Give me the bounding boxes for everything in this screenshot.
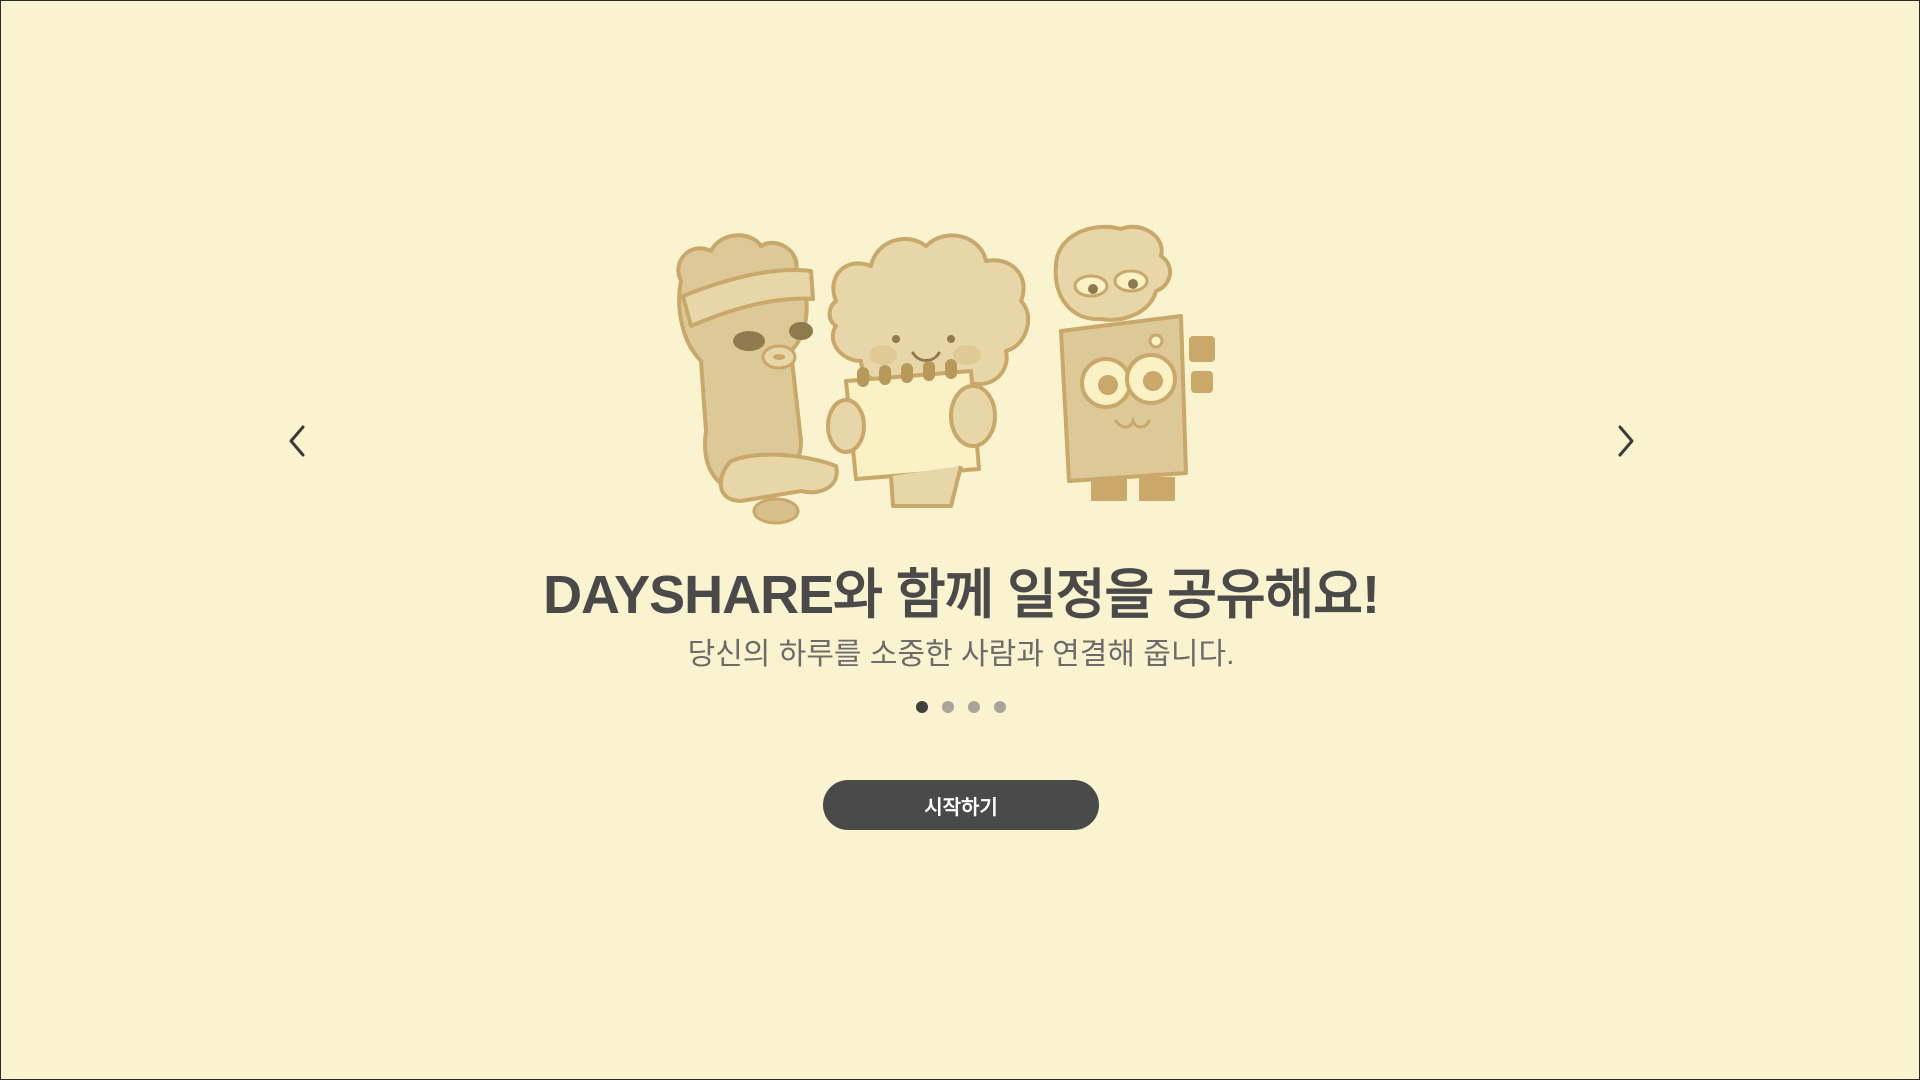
next-slide-button[interactable] — [1603, 419, 1647, 463]
slide-dot-3[interactable] — [968, 701, 980, 713]
onboarding-screen: DAYSHARE와 함께 일정을 공유해요! 당신의 하루를 소중한 사람과 연… — [1, 1, 1920, 1080]
start-button[interactable]: 시작하기 — [823, 780, 1099, 830]
onboarding-subline: 당신의 하루를 소중한 사람과 연결해 줍니다. — [687, 638, 1235, 671]
slide-dot-4[interactable] — [994, 701, 1006, 713]
slide-dot-2[interactable] — [942, 701, 954, 713]
chevron-left-icon — [289, 425, 305, 457]
onboarding-headline: DAYSHARE와 함께 일정을 공유해요! — [543, 565, 1380, 625]
characters-illustration — [676, 224, 1215, 525]
box-robot-character — [1053, 224, 1215, 501]
prev-slide-button[interactable] — [276, 419, 320, 463]
slide-indicator — [1, 701, 1920, 713]
chevron-right-icon — [1618, 425, 1634, 457]
cloud-character — [826, 233, 1031, 508]
slide-dot-1[interactable] — [916, 701, 928, 713]
headband-bear-character — [676, 233, 839, 525]
